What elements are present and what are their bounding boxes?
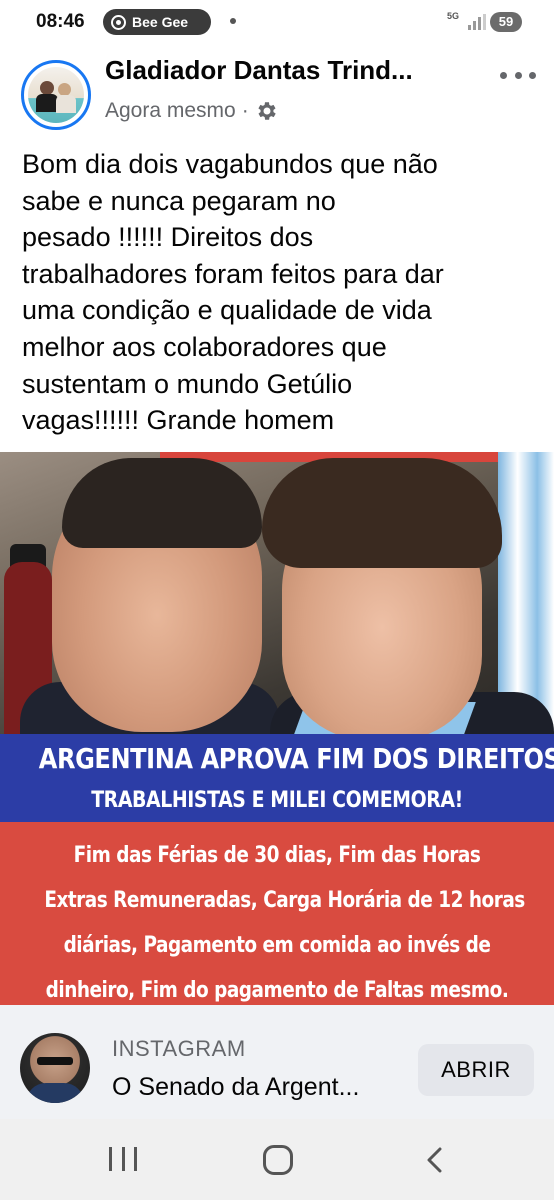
post-text-line: uma condição e qualidade de vida [22, 295, 432, 326]
link-source: INSTAGRAM [112, 1036, 246, 1061]
link-preview[interactable]: INSTAGRAM O Senado da Argent... ABRIR [0, 1005, 554, 1119]
post-timestamp[interactable]: Agora mesmo [105, 99, 236, 123]
post-text-line: Bom dia dois vagabundos que não [22, 149, 438, 179]
status-bar: 08:46 Bee Gee 5G 59 [0, 0, 554, 44]
image-headline-line1: ARGENTINA APROVA FIM DOS DIREITOS [38, 742, 554, 775]
music-notification-icon [111, 14, 126, 30]
more-options-icon[interactable] [500, 70, 536, 80]
image-subtext-line: diárias, Pagamento em comida ao invés de [63, 933, 491, 958]
image-subtext-line: Extras Remuneradas, Carga Horária de 12 … [44, 888, 525, 913]
open-button[interactable]: ABRIR [418, 1044, 534, 1096]
image-subtext-line: Fim das Férias de 30 dias, Fim das Horas [73, 843, 481, 868]
post-text-line: pesado !!!!!! Direitos dos [22, 222, 314, 253]
post-text-line: vagas!!!!!! Grande homem [22, 405, 335, 436]
status-time: 08:46 [36, 11, 85, 32]
home-icon[interactable] [263, 1145, 293, 1175]
back-icon[interactable] [424, 1147, 446, 1173]
post-text-line: melhor aos colaboradores que [22, 331, 387, 362]
meta-separator: · [241, 99, 249, 122]
signal-strength-icon [468, 14, 486, 30]
image-subtext: Fim das Férias de 30 dias, Fim das Horas… [0, 833, 554, 1005]
post-header: Gladiador Dantas Trind... Agora mesmo · [0, 44, 554, 134]
photo-two-men [0, 452, 554, 734]
system-nav-bar [0, 1119, 554, 1200]
post-text: Bom dia dois vagabundos que não sabe e n… [22, 146, 522, 439]
post-meta: Agora mesmo · [105, 99, 279, 123]
image-headline-line2: TRABALHISTAS E MILEI COMEMORA! [91, 788, 463, 813]
notification-pill[interactable]: Bee Gee [103, 9, 211, 35]
post-image[interactable]: ARGENTINA APROVA FIM DOS DIREITOS TRABAL… [0, 452, 554, 1005]
image-subtext-line: dinheiro, Fim do pagamento de Faltas mes… [45, 978, 509, 1003]
gear-icon [258, 102, 276, 120]
post-text-line: trabalhadores foram feitos para dar [22, 258, 444, 289]
author-avatar[interactable] [21, 60, 91, 130]
notification-dot-icon [230, 18, 236, 24]
author-name[interactable]: Gladiador Dantas Trind... [105, 55, 465, 86]
battery-indicator: 59 [490, 12, 522, 32]
notification-text: Bee Gee [132, 14, 189, 30]
post-text-line: sabe e nunca pegaram no [22, 185, 336, 216]
network-type-label: 5G [447, 11, 460, 21]
link-avatar [20, 1033, 90, 1103]
post-text-line: sustentam o mundo Getúlio [22, 368, 353, 399]
link-title[interactable]: O Senado da Argent... [112, 1073, 397, 1102]
recent-apps-icon[interactable] [109, 1147, 137, 1171]
